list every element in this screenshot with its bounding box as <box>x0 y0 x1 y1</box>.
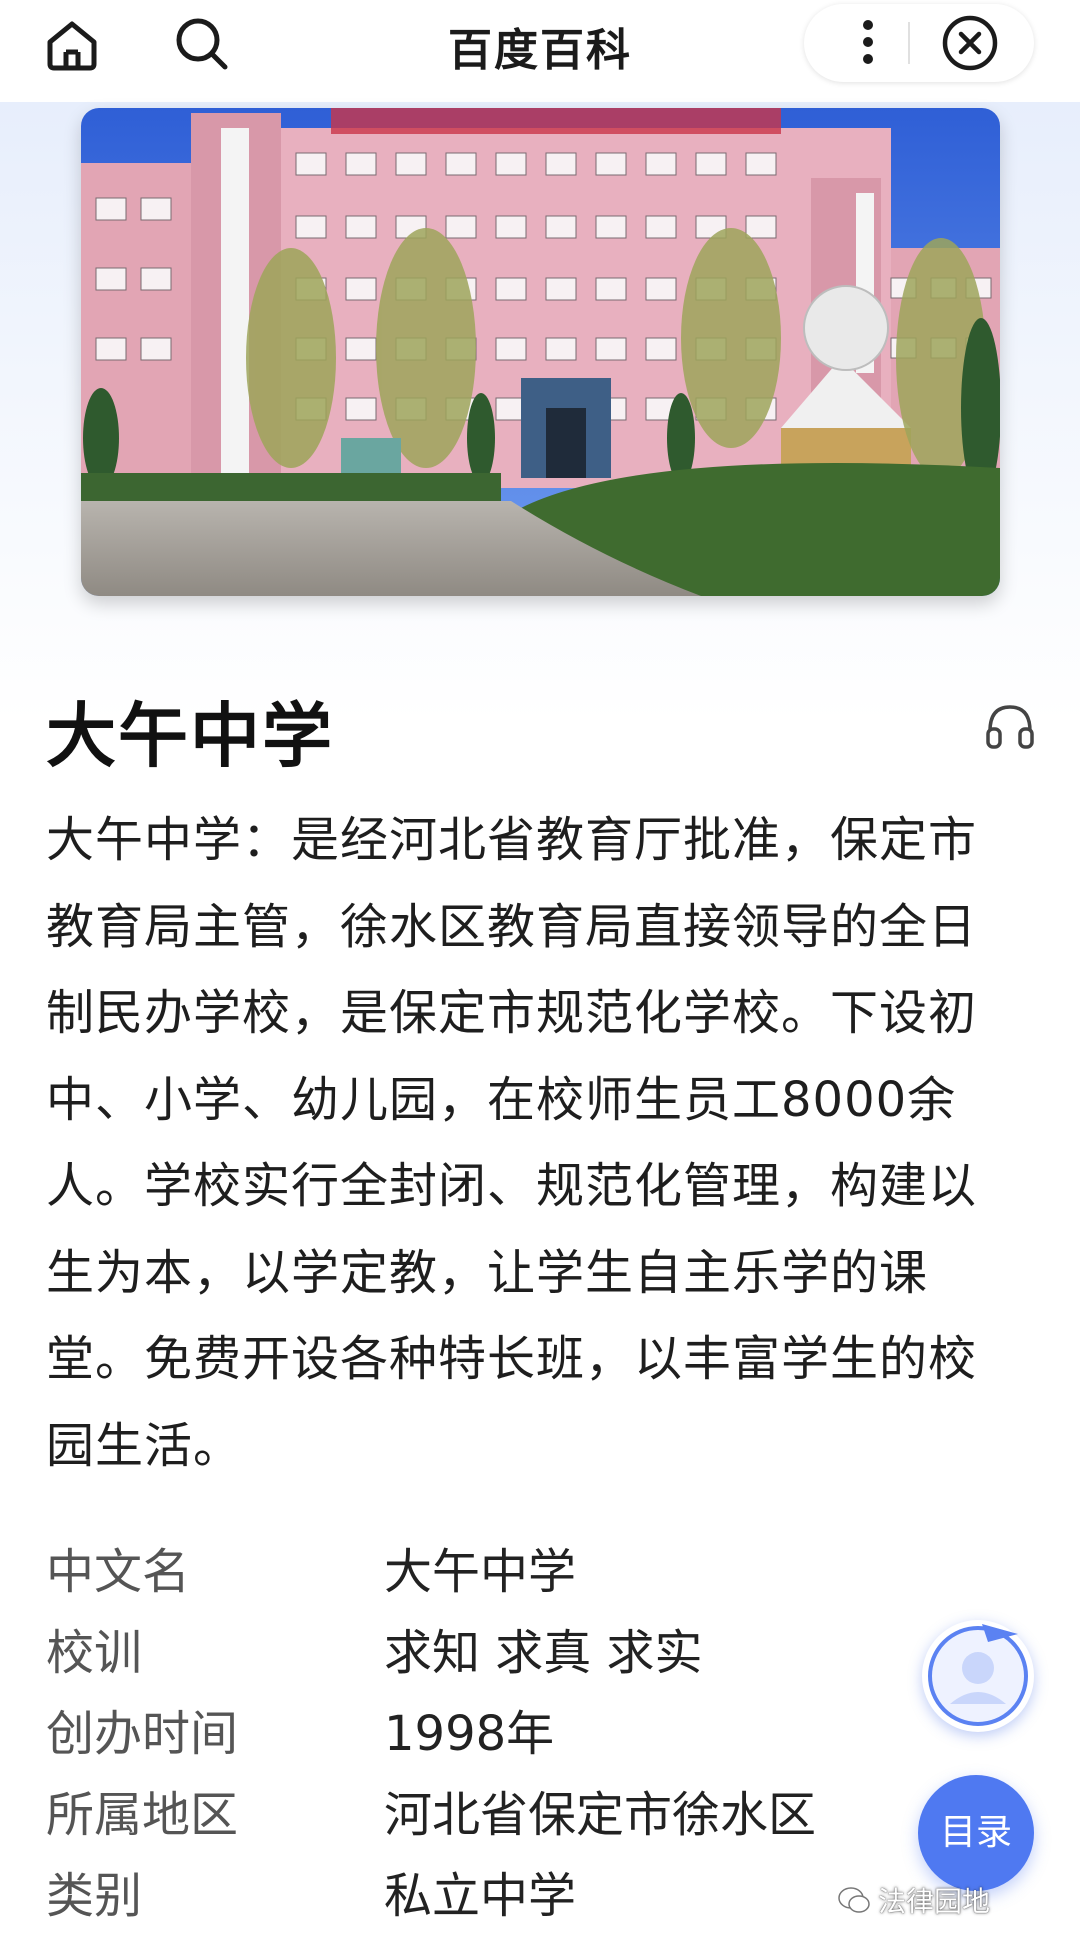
info-value: 河北省保定市徐水区 <box>384 1787 817 1843</box>
info-key: 校训 <box>46 1625 143 1681</box>
summary-line: 大午中学：是经河北省教育厅批准，保定市 <box>46 812 978 868</box>
more-icon[interactable] <box>838 12 898 72</box>
entry-title: 大午中学 <box>46 695 334 777</box>
summary-line: 堂。免费开设各种特长班，以丰富学生的校 <box>46 1331 978 1387</box>
hero-image[interactable] <box>81 108 1000 596</box>
info-key: 中文名 <box>46 1544 191 1600</box>
info-row: 中文名 大午中学 <box>46 1532 946 1613</box>
close-icon[interactable] <box>940 13 1000 73</box>
info-key: 所属地区 <box>46 1787 239 1843</box>
capsule-divider <box>908 22 910 64</box>
summary-line: 教育局主管，徐水区教育局直接领导的全日 <box>46 898 978 955</box>
toc-button[interactable]: 目录 <box>918 1775 1034 1891</box>
watermark-text: 法律园地 <box>878 1885 991 1918</box>
info-key: 创办时间 <box>46 1706 239 1762</box>
summary-line: 生为本，以学定教，让学生自主乐学的课 <box>46 1244 929 1301</box>
ai-assistant-button[interactable] <box>922 1620 1034 1732</box>
school-building-photo <box>81 108 1000 596</box>
info-row: 类别 私立中学 <box>46 1856 946 1937</box>
info-key: 类别 <box>46 1868 143 1924</box>
wechat-icon <box>838 1887 870 1913</box>
info-value: 求知 求真 求实 <box>384 1625 703 1681</box>
info-value: 大午中学 <box>384 1544 577 1600</box>
info-value: 私立中学 <box>384 1868 577 1924</box>
headphones-icon[interactable] <box>982 697 1038 753</box>
top-nav-bar: 百度百科 <box>0 0 1080 102</box>
mini-program-capsule <box>804 4 1034 82</box>
summary-line: 制民办学校，是保定市规范化学校。下设初 <box>46 985 978 1041</box>
summary-line: 园生活。 <box>46 1417 243 1474</box>
info-row: 所属地区 河北省保定市徐水区 <box>46 1775 946 1856</box>
info-value: 1998年 <box>384 1706 555 1762</box>
basic-info-table: 中文名 大午中学 校训 求知 求真 求实 创办时间 1998年 所属地区 河北省… <box>46 1532 946 1937</box>
info-row: 创办时间 1998年 <box>46 1694 946 1775</box>
summary-line: 人。学校实行全封闭、规范化管理，构建以 <box>46 1158 978 1214</box>
summary-line: 中、小学、幼儿园，在校师生员工8000余 <box>46 1071 957 1128</box>
assistant-avatar-icon <box>928 1624 1028 1726</box>
info-row: 校训 求知 求真 求实 <box>46 1613 946 1694</box>
entry-summary: 大午中学：是经河北省教育厅批准，保定市 教育局主管，徐水区教育局直接领导的全日 … <box>46 797 1036 1489</box>
